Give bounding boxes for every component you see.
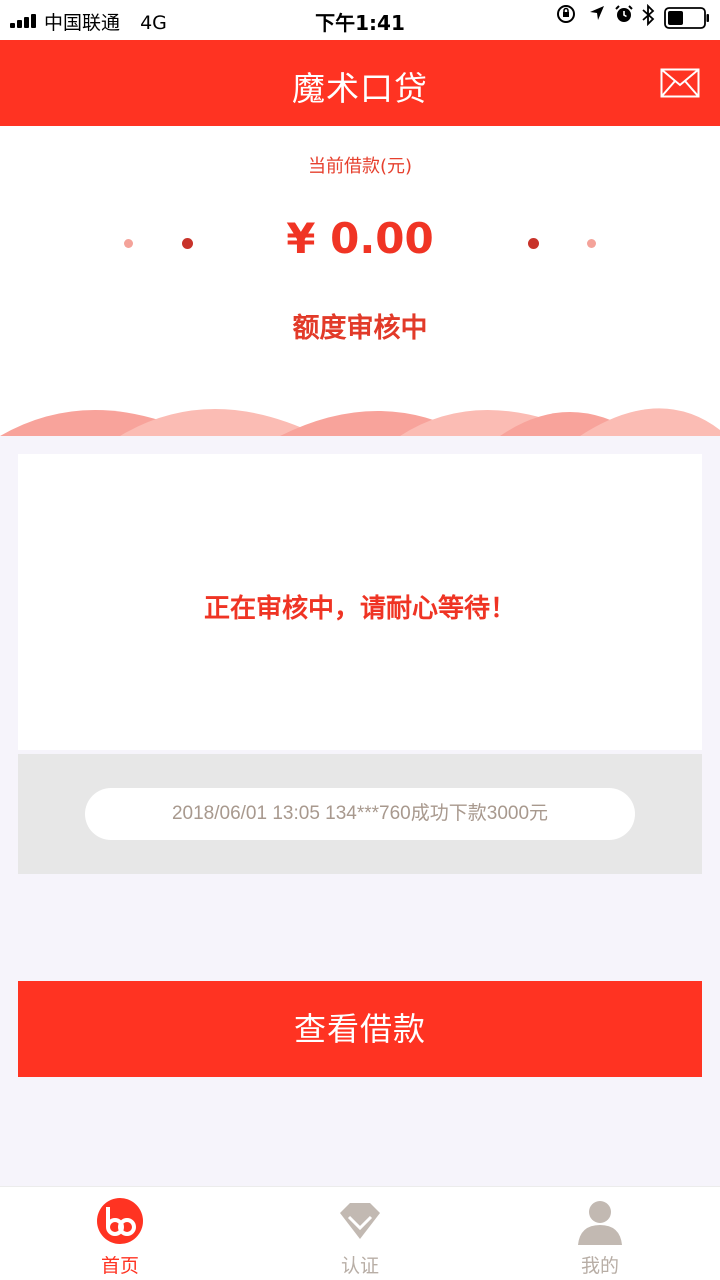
loan-ticker: 2018/06/01 13:05 134***760成功下款3000元 xyxy=(18,754,702,874)
nav-item-mine[interactable]: 我的 xyxy=(480,1187,720,1280)
decor-dot xyxy=(587,239,596,248)
loan-summary-panel: 当前借款(元) ¥ 0.00 额度审核中 xyxy=(0,126,720,436)
orientation-lock-icon xyxy=(557,5,575,23)
view-loan-button[interactable]: 查看借款 xyxy=(18,981,702,1077)
nav-label-mine: 我的 xyxy=(580,1255,619,1277)
nav-label-verify: 认证 xyxy=(340,1255,379,1277)
nav-item-verify[interactable]: 认证 xyxy=(240,1187,480,1280)
app-header: 魔术口贷 xyxy=(0,40,720,126)
review-message: 正在审核中，请耐心等待！ xyxy=(203,594,516,624)
status-bar: 中国联通 4G 下午1:41 xyxy=(0,0,720,40)
current-loan-label: 当前借款(元) xyxy=(307,156,413,177)
ticker-text: 2018/06/01 13:05 134***760成功下款3000元 xyxy=(85,788,635,840)
bluetooth-icon xyxy=(642,4,655,26)
nav-label-home: 首页 xyxy=(100,1255,139,1277)
status-time: 下午1:41 xyxy=(315,11,405,35)
location-icon xyxy=(590,6,604,20)
credit-status: 额度审核中 xyxy=(292,313,428,344)
page-title: 魔术口贷 xyxy=(292,69,428,108)
alarm-icon xyxy=(615,5,633,22)
battery-icon xyxy=(664,7,709,29)
mail-icon[interactable] xyxy=(660,68,700,98)
loan-amount: ¥ 0.00 xyxy=(286,214,434,263)
decor-dot xyxy=(528,238,539,249)
nav-item-home[interactable]: 首页 xyxy=(0,1187,240,1280)
home-logo-icon xyxy=(97,1198,143,1244)
review-card: 正在审核中，请耐心等待！ xyxy=(18,454,702,750)
user-icon xyxy=(578,1201,622,1245)
diamond-icon xyxy=(340,1203,380,1239)
bottom-nav: 首页 认证 我的 xyxy=(0,1186,720,1280)
wave-decoration xyxy=(0,408,720,436)
